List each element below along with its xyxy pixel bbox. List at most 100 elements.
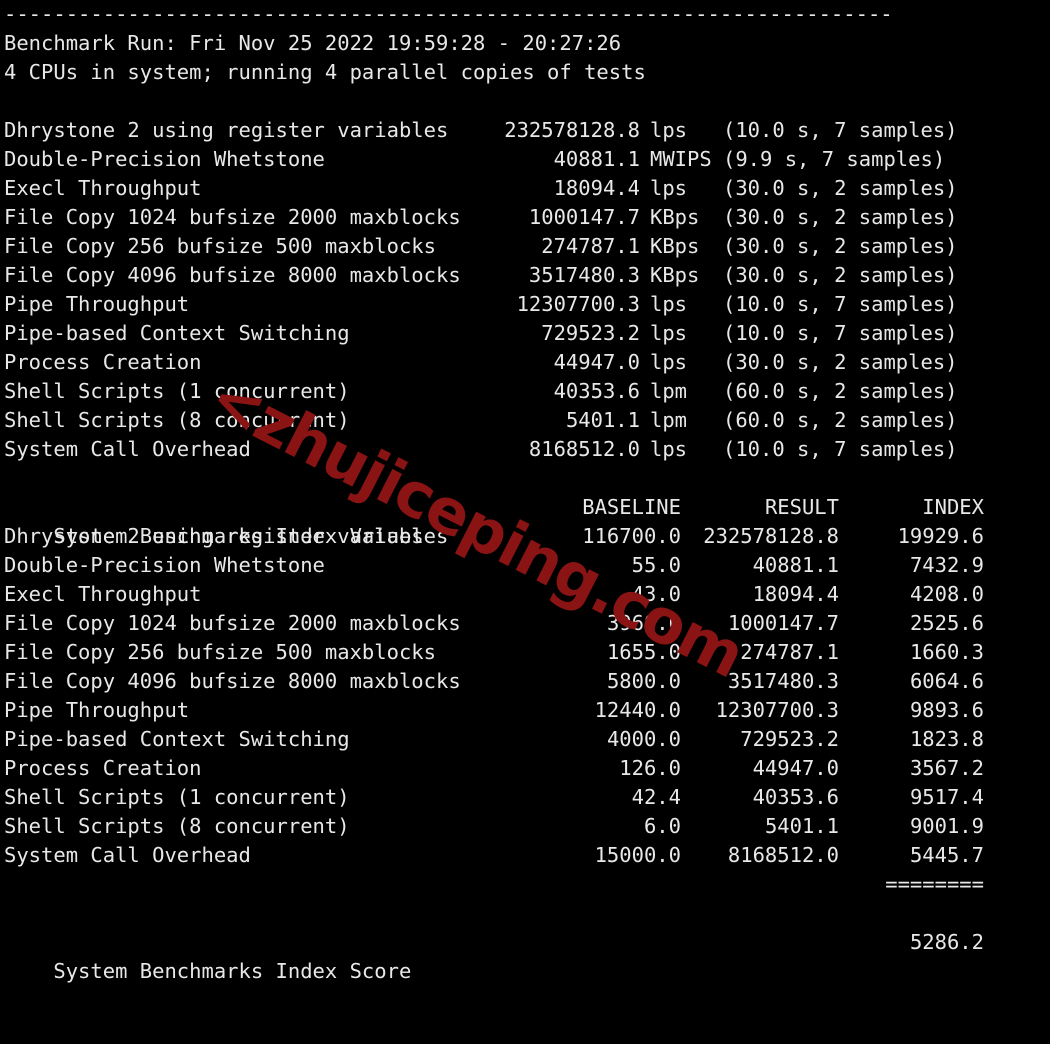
benchmark-unit: KBps [650,263,700,287]
index-score-value: 5286.2 [909,930,984,954]
benchmark-name: File Copy 4096 bufsize 8000 maxblocks [4,263,461,287]
benchmark-name: Execl Throughput [4,176,202,200]
benchmark-result-row: Double-Precision Whetstone 40881.1 MWIPS (9… [0,145,1050,174]
index-value-row: Shell Scripts (8 concurrent) 6.0 5401.1 900… [0,812,1050,841]
index-row-name: System Call Overhead [4,843,251,867]
benchmark-unit: lps [650,437,688,461]
benchmark-value: 3517480.3 [528,263,640,287]
benchmark-value: 5401.1 [565,408,640,432]
index-row-index: 1823.8 [909,727,984,751]
benchmark-timing: (9.9 s, 7 samples) [723,147,946,171]
index-row-name: Process Creation [4,756,202,780]
index-row-result: 5401.1 [764,814,839,838]
benchmark-value: 44947.0 [553,350,640,374]
benchmark-unit: lps [650,118,688,142]
index-score-label: System Benchmarks Index Score [53,959,412,983]
benchmark-timing: (10.0 s, 7 samples) [723,437,958,461]
benchmark-unit: MWIPS [650,147,712,171]
index-value-row: Double-Precision Whetstone 55.0 40881.1 743… [0,551,1050,580]
benchmark-unit: lpm [650,408,688,432]
index-row-result: 12307700.3 [715,698,839,722]
column-header-index: INDEX [922,495,984,519]
benchmark-name: Double-Precision Whetstone [4,147,325,171]
benchmark-name: Shell Scripts (1 concurrent) [4,379,350,403]
index-row-baseline: 12440.0 [594,698,681,722]
benchmark-unit: lpm [650,379,688,403]
benchmark-result-row: Execl Throughput 18094.4 lps (30.0 s, 2 sam… [0,174,1050,203]
benchmark-result-row: Shell Scripts (1 concurrent) 40353.6 lpm (6… [0,377,1050,406]
benchmark-timing: (10.0 s, 7 samples) [723,321,958,345]
index-row-index: 6064.6 [909,669,984,693]
benchmark-name: Dhrystone 2 using register variables [4,118,449,142]
index-row-name: Pipe Throughput [4,698,190,722]
benchmark-value: 18094.4 [553,176,640,200]
index-row-index: 1660.3 [909,640,984,664]
column-header-result: RESULT [764,495,839,519]
index-row-name: File Copy 1024 bufsize 2000 maxblocks [4,611,461,635]
benchmark-result-row: File Copy 4096 bufsize 8000 maxblocks 351… [0,261,1050,290]
benchmark-timing: (30.0 s, 2 samples) [723,234,958,258]
index-row-baseline: 4000.0 [606,727,681,751]
index-value-row: File Copy 1024 bufsize 2000 maxblocks 396… [0,609,1050,638]
benchmark-value: 232578128.8 [504,118,640,142]
benchmark-timing: (30.0 s, 2 samples) [723,350,958,374]
benchmark-timing: (30.0 s, 2 samples) [723,176,958,200]
benchmark-result-row: Process Creation 44947.0 lps (30.0 s, 2 sam… [0,348,1050,377]
index-row-index: 19929.6 [897,524,984,548]
index-row-result: 40881.1 [752,553,839,577]
benchmark-unit: lps [650,350,688,374]
index-row-result: 3517480.3 [727,669,839,693]
index-row-baseline: 126.0 [619,756,681,780]
benchmark-value: 12307700.3 [516,292,640,316]
index-score-row: System Benchmarks Index Score 5286.2 [0,928,1050,983]
index-row-baseline: 116700.0 [582,524,681,548]
index-row-result: 40353.6 [752,785,839,809]
benchmark-timing: (60.0 s, 2 samples) [723,408,958,432]
index-value-row: Pipe Throughput 12440.0 12307700.3 9893.6 [0,696,1050,725]
benchmark-name: File Copy 1024 bufsize 2000 maxblocks [4,205,461,229]
benchmark-result-row: Dhrystone 2 using register variables 2325… [0,116,1050,145]
index-row-result: 8168512.0 [727,843,839,867]
index-value-row: File Copy 4096 bufsize 8000 maxblocks 580… [0,667,1050,696]
benchmark-value: 8168512.0 [528,437,640,461]
index-value-row: Process Creation 126.0 44947.0 3567.2 [0,754,1050,783]
index-row-result: 232578128.8 [703,524,839,548]
index-row-index: 9001.9 [909,814,984,838]
index-row-baseline: 42.4 [631,785,681,809]
benchmark-result-row: Shell Scripts (8 concurrent) 5401.1 lpm (60… [0,406,1050,435]
index-row-baseline: 6.0 [643,814,681,838]
benchmark-unit: lps [650,321,688,345]
benchmark-timing: (30.0 s, 2 samples) [723,263,958,287]
benchmark-name: File Copy 256 bufsize 500 maxblocks [4,234,436,258]
benchmark-result-row: File Copy 256 bufsize 500 maxblocks 27478… [0,232,1050,261]
index-value-row: System Call Overhead 15000.0 8168512.0 5445… [0,841,1050,870]
benchmark-name: System Call Overhead [4,437,251,461]
benchmark-results-block: Dhrystone 2 using register variables 2325… [0,116,1050,464]
index-value-row: Dhrystone 2 using register variables 1167… [0,522,1050,551]
benchmark-unit: lps [650,176,688,200]
index-row-name: Execl Throughput [4,582,202,606]
index-row-result: 1000147.7 [727,611,839,635]
benchmark-timing: (60.0 s, 2 samples) [723,379,958,403]
index-values-block: Dhrystone 2 using register variables 1167… [0,522,1050,870]
index-row-index: 7432.9 [909,553,984,577]
index-row-name: File Copy 4096 bufsize 8000 maxblocks [4,669,461,693]
benchmark-timing: (30.0 s, 2 samples) [723,205,958,229]
index-row-name: Dhrystone 2 using register variables [4,524,449,548]
index-row-index: 9893.6 [909,698,984,722]
index-row-result: 274787.1 [740,640,839,664]
index-row-name: Double-Precision Whetstone [4,553,325,577]
benchmark-value: 729523.2 [541,321,640,345]
benchmark-result-row: Pipe Throughput 12307700.3 lps (10.0 s, 7 s… [0,290,1050,319]
index-row-result: 729523.2 [740,727,839,751]
benchmark-value: 40881.1 [553,147,640,171]
index-value-row: File Copy 256 bufsize 500 maxblocks 1655.… [0,638,1050,667]
index-score-separator: ======== [885,872,984,896]
benchmark-value: 1000147.7 [528,205,640,229]
benchmark-name: Pipe Throughput [4,292,190,316]
index-total-separator-row: ======== [0,870,1050,899]
index-row-index: 2525.6 [909,611,984,635]
index-row-name: Shell Scripts (1 concurrent) [4,785,350,809]
